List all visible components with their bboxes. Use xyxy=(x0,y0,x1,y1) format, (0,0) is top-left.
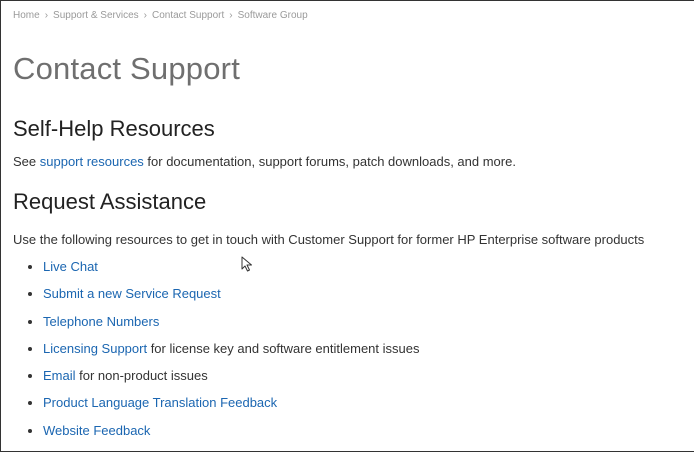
bullet-icon xyxy=(28,401,32,406)
bullet-icon xyxy=(28,346,32,351)
list-item: Email for non-product issues xyxy=(1,367,420,394)
telephone-numbers-link[interactable]: Telephone Numbers xyxy=(43,314,159,329)
page-frame: Home › Support & Services › Contact Support ›… xyxy=(0,0,694,452)
list-item: Live Chat xyxy=(1,258,420,285)
resource-list: Live Chat Submit a new Service Request T… xyxy=(1,258,420,449)
live-chat-link[interactable]: Live Chat xyxy=(43,259,98,274)
list-item: Telephone Numbers xyxy=(1,313,420,340)
list-item-suffix: for license key and software entitlement… xyxy=(147,340,420,356)
breadcrumb-software-group[interactable]: Software Group xyxy=(238,10,308,21)
breadcrumb-separator: › xyxy=(143,10,147,21)
list-item-suffix: for non-product issues xyxy=(75,368,208,384)
bullet-icon xyxy=(28,265,32,269)
self-help-text-after: for documentation, support forums, patch… xyxy=(143,154,516,169)
support-resources-link[interactable]: support resources xyxy=(40,154,144,169)
translation-feedback-link[interactable]: Product Language Translation Feedback xyxy=(43,395,277,410)
breadcrumb-support-services[interactable]: Support & Services xyxy=(53,10,139,21)
self-help-text-before: See xyxy=(13,154,40,169)
list-item: Submit a new Service Request xyxy=(1,285,420,312)
breadcrumb-separator: › xyxy=(44,10,49,21)
bullet-icon xyxy=(28,374,32,379)
bullet-icon xyxy=(28,428,32,433)
page-title: Contact Support xyxy=(13,51,241,86)
breadcrumb-separator: › xyxy=(229,10,233,21)
request-assistance-intro: Use the following resources to get in to… xyxy=(13,232,645,247)
bullet-icon xyxy=(28,319,32,324)
submit-service-request-link[interactable]: Submit a new Service Request xyxy=(43,286,221,301)
list-item: Licensing Support for license key and so… xyxy=(1,340,420,367)
self-help-heading: Self-Help Resources xyxy=(13,116,215,141)
website-feedback-link[interactable]: Website Feedback xyxy=(43,423,150,438)
breadcrumb-contact-support[interactable]: Contact Support xyxy=(152,10,224,21)
bullet-icon xyxy=(28,292,32,297)
breadcrumb: Home › Support & Services › Contact Support ›… xyxy=(13,10,308,21)
list-item: Product Language Translation Feedback xyxy=(1,394,420,421)
licensing-support-link[interactable]: Licensing Support xyxy=(43,341,147,356)
mouse-pointer-icon xyxy=(241,256,252,272)
breadcrumb-home[interactable]: Home xyxy=(13,10,40,21)
self-help-text: See support resources for documentation,… xyxy=(13,154,516,169)
email-link[interactable]: Email xyxy=(43,368,76,383)
list-item: Website Feedback xyxy=(1,422,420,449)
request-assistance-heading: Request Assistance xyxy=(13,189,207,214)
